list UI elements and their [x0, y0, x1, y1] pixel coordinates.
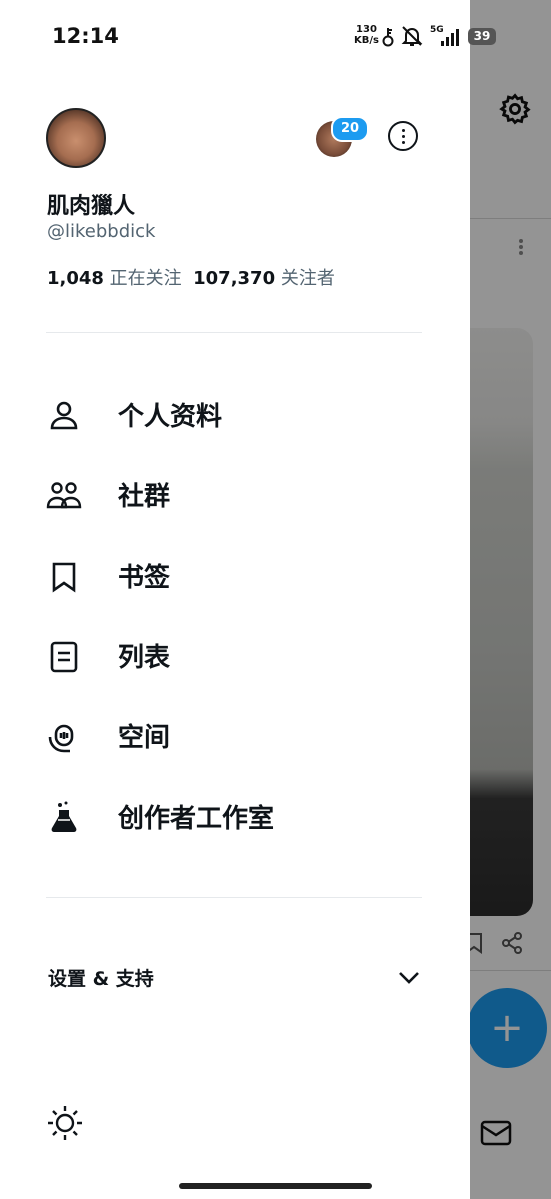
key-icon — [382, 28, 394, 47]
user-handle: @likebbdick — [47, 221, 156, 242]
bookmark-icon — [52, 562, 76, 593]
status-time: 12:14 — [52, 24, 119, 48]
following-count: 1,048 — [47, 268, 104, 289]
divider — [46, 332, 422, 333]
settings-support-label: 设置 & 支持 — [48, 968, 154, 990]
menu-item-label: 创作者工作室 — [118, 804, 275, 834]
menu-item-label: 社群 — [118, 482, 171, 512]
followers-label: 关注者 — [280, 268, 335, 289]
menu-item-lists[interactable]: 列表 — [46, 625, 436, 685]
navigation-drawer: 20 肌肉獵人 @likebbdick 1,048 正在关注 107,370 关… — [0, 0, 470, 1199]
menu-item-label: 空间 — [118, 723, 171, 753]
mute-notifications-icon — [401, 26, 423, 46]
following-link[interactable]: 1,048 正在关注 — [47, 268, 182, 289]
chevron-down-icon — [399, 972, 419, 984]
menu-item-profile[interactable]: 个人资料 — [46, 384, 436, 444]
battery-indicator: 39 — [468, 28, 496, 45]
follow-stats: 1,048 正在关注 107,370 关注者 — [47, 264, 335, 290]
followers-count: 107,370 — [193, 268, 276, 289]
menu-item-label: 列表 — [118, 643, 171, 673]
list-icon — [50, 641, 78, 673]
drawer-scrim[interactable] — [470, 0, 551, 1199]
network-speed-value: 130 — [356, 24, 377, 35]
spaces-icon — [48, 724, 74, 753]
menu-item-spaces[interactable]: 空间 — [46, 705, 436, 765]
network-speed: 130 KB/s — [354, 24, 379, 46]
communities-icon — [46, 482, 82, 509]
menu-item-communities[interactable]: 社群 — [46, 464, 436, 524]
account-notification-badge: 20 — [331, 116, 369, 142]
menu-item-creator-studio[interactable]: 创作者工作室 — [46, 786, 436, 846]
signal-icon — [441, 29, 459, 46]
creator-studio-icon — [51, 801, 77, 832]
person-icon — [50, 401, 78, 430]
home-indicator[interactable] — [179, 1183, 372, 1189]
more-options-button[interactable] — [388, 121, 418, 151]
display-name[interactable]: 肌肉獵人 — [47, 188, 135, 220]
menu-item-label: 个人资料 — [118, 402, 223, 432]
settings-support-toggle[interactable]: 设置 & 支持 — [46, 958, 422, 998]
followers-link[interactable]: 107,370 关注者 — [193, 268, 335, 289]
profile-avatar[interactable] — [46, 108, 106, 168]
status-bar: 12:14 130 KB/s 5G 39 — [0, 0, 551, 76]
menu-item-bookmarks[interactable]: 书签 — [46, 545, 436, 605]
divider — [46, 897, 422, 898]
menu-item-label: 书签 — [118, 563, 171, 593]
display-theme-sun-icon[interactable] — [46, 1104, 84, 1142]
network-speed-unit: KB/s — [354, 35, 379, 46]
following-label: 正在关注 — [109, 268, 182, 289]
